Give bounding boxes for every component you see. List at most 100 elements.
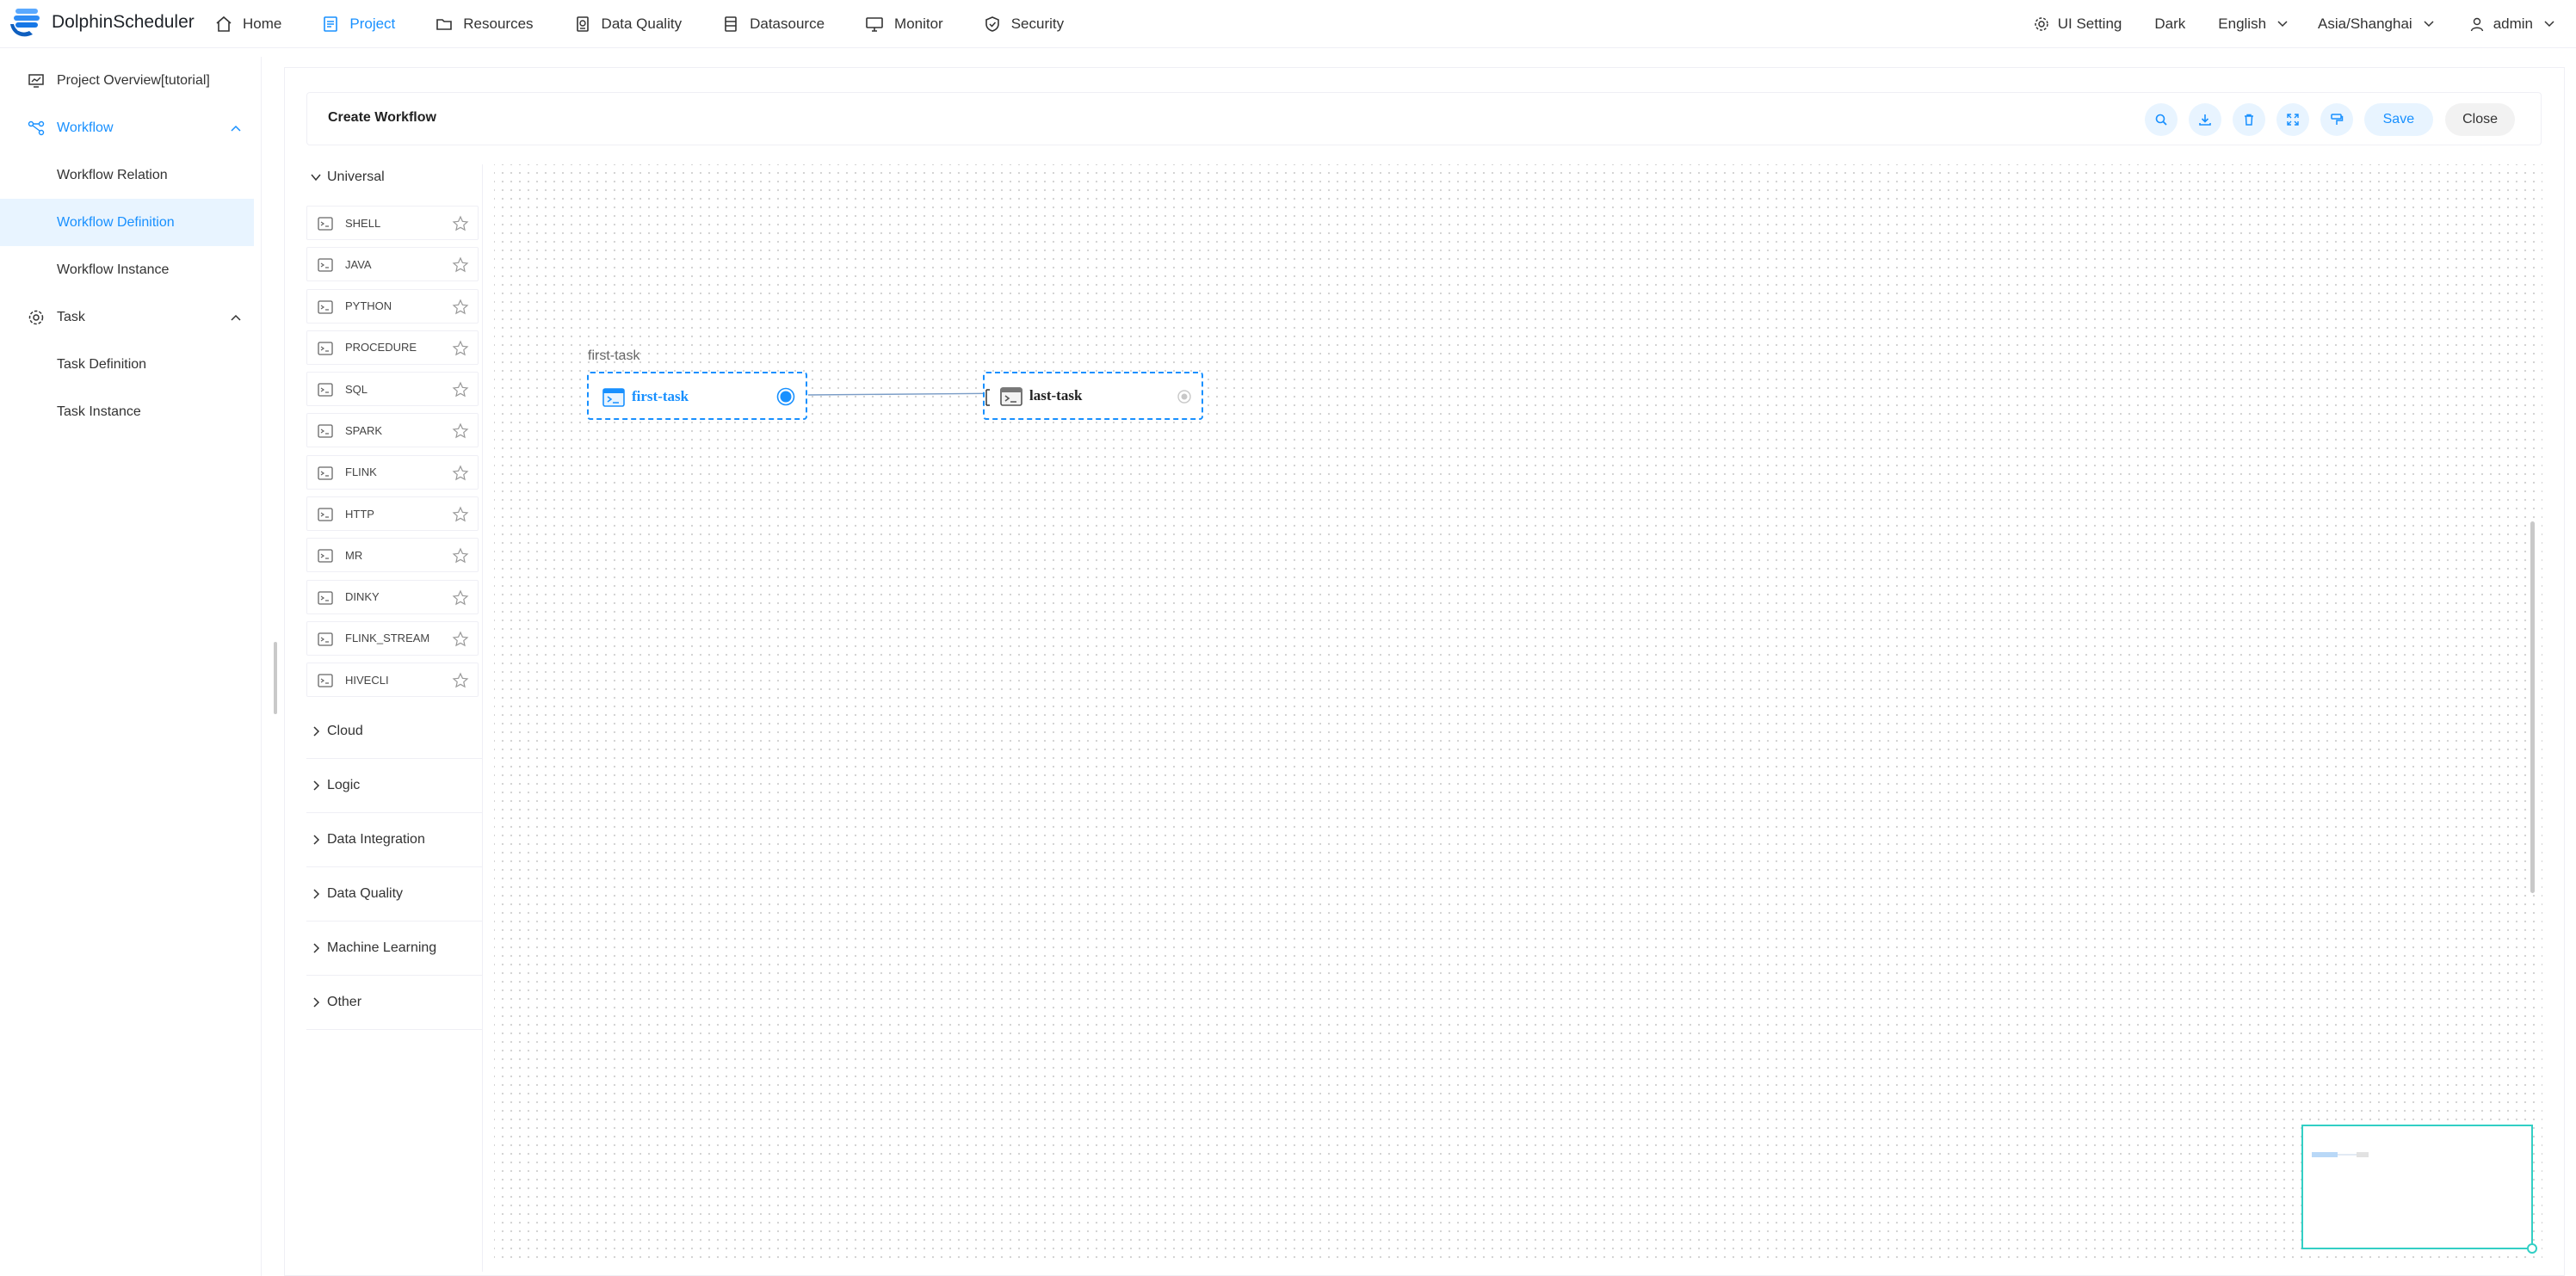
sidebar-item-project-overview[interactable]: Project Overview[tutorial] bbox=[0, 57, 261, 104]
nav-resources[interactable]: Resources bbox=[436, 15, 534, 33]
format-button[interactable] bbox=[2320, 103, 2353, 136]
gear-icon bbox=[28, 310, 44, 324]
task-type-item[interactable]: JAVA bbox=[306, 247, 479, 282]
nav-monitor[interactable]: Monitor bbox=[865, 15, 943, 33]
dolphinscheduler-logo-icon bbox=[7, 3, 48, 41]
download-button[interactable] bbox=[2188, 103, 2221, 136]
sidebar-item-label: Task Definition bbox=[57, 356, 147, 372]
ui-setting-button[interactable]: UI Setting bbox=[2034, 15, 2122, 33]
task-node-first-task[interactable]: first-task bbox=[587, 372, 807, 420]
timezone-label: Asia/Shanghai bbox=[2318, 15, 2412, 32]
task-type-label: MR bbox=[345, 548, 363, 562]
task-type-item[interactable]: HTTP bbox=[306, 496, 479, 532]
palette-category-label: Cloud bbox=[327, 723, 363, 738]
timezone-dropdown[interactable]: Asia/Shanghai bbox=[2318, 15, 2443, 33]
star-icon[interactable] bbox=[452, 340, 469, 357]
chevron-right-icon bbox=[313, 835, 320, 845]
task-type-item[interactable]: SQL bbox=[306, 372, 479, 407]
task-node-last-task[interactable]: last-task bbox=[983, 372, 1203, 420]
task-type-item[interactable]: DINKY bbox=[306, 579, 479, 614]
save-button[interactable]: Save bbox=[2363, 103, 2434, 136]
nav-project[interactable]: Project bbox=[322, 15, 395, 33]
task-type-label: SQL bbox=[345, 382, 368, 396]
sidebar-item-task[interactable]: Task bbox=[0, 293, 261, 341]
palette-group-universal[interactable]: Universal bbox=[306, 164, 482, 190]
star-icon[interactable] bbox=[452, 381, 469, 398]
star-icon[interactable] bbox=[452, 299, 469, 316]
task-type-label: SPARK bbox=[345, 423, 383, 437]
monitor-icon bbox=[866, 17, 883, 32]
header-right-controls: UI Setting Dark English Asia/Shanghai ad… bbox=[2034, 0, 2576, 48]
sidebar-item-workflow[interactable]: Workflow bbox=[0, 104, 261, 151]
star-icon[interactable] bbox=[452, 422, 469, 440]
shell-icon bbox=[1000, 387, 1022, 406]
nav-home[interactable]: Home bbox=[215, 15, 281, 33]
dag-canvas[interactable]: first-task first-task last-task bbox=[494, 164, 2542, 1260]
procedure-icon bbox=[318, 342, 333, 355]
star-icon[interactable] bbox=[452, 215, 469, 232]
sidebar-item-label: Workflow Relation bbox=[57, 167, 168, 182]
star-icon[interactable] bbox=[452, 256, 469, 274]
task-category-list: Cloud Logic Data Integration Data Quality Ma… bbox=[306, 705, 483, 1030]
chevron-down-icon bbox=[2544, 21, 2554, 28]
user-menu[interactable]: admin bbox=[2469, 15, 2564, 33]
star-icon[interactable] bbox=[452, 589, 469, 607]
fullscreen-button[interactable] bbox=[2276, 103, 2309, 136]
nav-home-label: Home bbox=[243, 15, 282, 32]
palette-category[interactable]: Machine Learning bbox=[306, 922, 483, 976]
palette-category[interactable]: Logic bbox=[306, 759, 483, 813]
minimap-resize-handle[interactable] bbox=[2527, 1243, 2537, 1254]
input-port-icon[interactable] bbox=[985, 388, 991, 407]
task-type-label: PYTHON bbox=[345, 299, 392, 313]
theme-label: Dark bbox=[2154, 15, 2186, 32]
canvas-minimap[interactable] bbox=[2301, 1125, 2537, 1254]
star-icon[interactable] bbox=[452, 547, 469, 564]
task-palette: Universal SHELL JAVA PYTHON PROCEDURE SQL SPA… bbox=[306, 164, 483, 1272]
palette-category-label: Data Integration bbox=[327, 831, 425, 847]
nav-data-quality[interactable]: Data Quality bbox=[574, 15, 682, 33]
task-type-item[interactable]: HIVECLI bbox=[306, 663, 479, 698]
sidebar-item-task-definition[interactable]: Task Definition bbox=[0, 341, 261, 388]
delete-button[interactable] bbox=[2232, 103, 2265, 136]
task-type-item[interactable]: PROCEDURE bbox=[306, 330, 479, 365]
task-type-item[interactable]: SPARK bbox=[306, 413, 479, 448]
workflow-editor-panel: Create Workflow Save Close Universal SHE… bbox=[284, 67, 2565, 1276]
nav-security[interactable]: Security bbox=[984, 15, 1064, 33]
sidebar-item-workflow-definition[interactable]: Workflow Definition bbox=[0, 199, 254, 246]
sidebar-scrollbar[interactable] bbox=[274, 642, 277, 714]
star-icon[interactable] bbox=[452, 631, 469, 648]
palette-category[interactable]: Data Quality bbox=[306, 867, 483, 922]
star-icon[interactable] bbox=[452, 506, 469, 523]
theme-toggle[interactable]: Dark bbox=[2154, 15, 2185, 33]
language-dropdown[interactable]: English bbox=[2218, 15, 2297, 33]
sidebar-item-task-instance[interactable]: Task Instance bbox=[0, 388, 261, 435]
sidebar-item-workflow-instance[interactable]: Workflow Instance bbox=[0, 246, 261, 293]
presentation-icon bbox=[28, 73, 44, 88]
nav-datasource[interactable]: Datasource bbox=[722, 15, 825, 33]
database-icon bbox=[725, 16, 737, 32]
mr-icon bbox=[318, 549, 333, 564]
task-type-item[interactable]: PYTHON bbox=[306, 288, 479, 324]
task-type-item[interactable]: SHELL bbox=[306, 206, 479, 240]
palette-category[interactable]: Data Integration bbox=[306, 813, 483, 867]
gear-icon bbox=[2034, 17, 2048, 31]
sidebar-item-workflow-relation[interactable]: Workflow Relation bbox=[0, 151, 261, 199]
palette-category[interactable]: Cloud bbox=[306, 705, 483, 759]
star-icon[interactable] bbox=[452, 672, 469, 689]
task-type-item[interactable]: FLINK bbox=[306, 454, 479, 490]
palette-category-label: Other bbox=[327, 994, 362, 1009]
task-type-item[interactable]: FLINK_STREAM bbox=[306, 620, 479, 656]
star-icon[interactable] bbox=[452, 465, 469, 482]
task-type-item[interactable]: MR bbox=[306, 538, 479, 573]
chevron-right-icon bbox=[313, 726, 320, 737]
task-node-label: first-task bbox=[632, 388, 689, 404]
search-button[interactable] bbox=[2144, 103, 2178, 136]
palette-category[interactable]: Other bbox=[306, 976, 483, 1030]
left-sidebar: Project Overview[tutorial] Workflow Work… bbox=[0, 57, 262, 1276]
task-type-label: DINKY bbox=[345, 590, 380, 604]
app-logo[interactable]: DolphinScheduler bbox=[7, 3, 195, 41]
chevron-right-icon bbox=[313, 780, 320, 791]
close-button[interactable]: Close bbox=[2445, 103, 2515, 136]
task-type-label: HIVECLI bbox=[345, 673, 389, 687]
canvas-scrollbar[interactable] bbox=[2530, 521, 2535, 893]
